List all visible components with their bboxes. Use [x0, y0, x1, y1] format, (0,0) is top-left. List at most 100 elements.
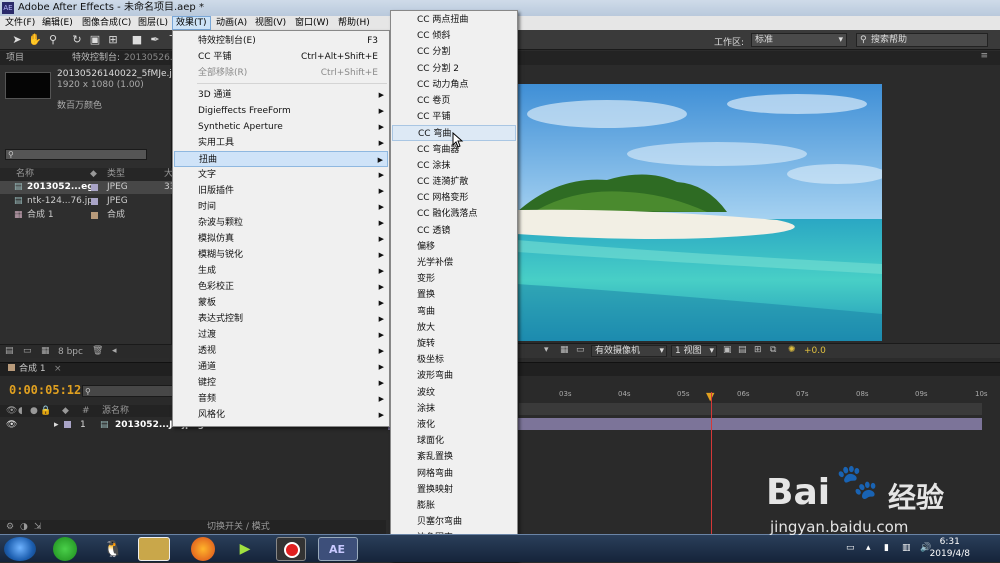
close-icon[interactable]: ×: [54, 363, 62, 376]
effects-menu-item[interactable]: 旧版插件 ▶: [174, 183, 388, 199]
exposure-icon[interactable]: ✺: [788, 345, 796, 355]
distort-submenu-item[interactable]: 波形弯曲: [392, 368, 516, 384]
label-color-swatch[interactable]: [91, 198, 98, 205]
menu-edit[interactable]: 编辑(E): [39, 16, 76, 30]
distort-submenu-item[interactable]: 球面化: [392, 433, 516, 449]
effects-menu-item[interactable]: 杂波与颗粒 ▶: [174, 215, 388, 231]
tray-keyboard-icon[interactable]: ▭: [846, 543, 855, 553]
project-item[interactable]: ▤ ntk-124...76.jpg JPEG: [0, 195, 172, 208]
effects-menu-item[interactable]: 模拟仿真 ▶: [174, 231, 388, 247]
av-features-icon[interactable]: 👁: [6, 405, 17, 417]
timeline-icon[interactable]: ⊞: [754, 345, 762, 355]
project-search-input[interactable]: ⚲: [5, 149, 147, 160]
toggle-pixel-aspect-icon[interactable]: ▣: [723, 345, 732, 355]
rectangle-tool-icon[interactable]: ■: [130, 33, 144, 47]
trash-icon[interactable]: 🗑: [92, 346, 103, 356]
menu-help[interactable]: 帮助(H): [335, 16, 373, 30]
hand-tool-icon[interactable]: ✋: [28, 33, 42, 47]
region-of-interest-icon[interactable]: ▭: [576, 345, 585, 355]
distort-submenu-item[interactable]: 偏移: [392, 239, 516, 255]
firefox-icon[interactable]: [191, 537, 215, 561]
composition-image[interactable]: [517, 84, 882, 341]
distort-submenu-item[interactable]: 涂抹: [392, 401, 516, 417]
panel-menu-icon[interactable]: ≡: [980, 51, 988, 61]
column-type[interactable]: 类型: [107, 168, 125, 181]
project-item[interactable]: ▤ 2013052...eg JPEG 33: [0, 181, 175, 194]
layer-switches-icon[interactable]: ⚙: [6, 520, 14, 534]
distort-submenu-item[interactable]: 光学补偿: [392, 255, 516, 271]
distort-submenu-item[interactable]: CC 分割 2: [392, 61, 516, 77]
tab-effect-controls[interactable]: 特效控制台:: [72, 51, 120, 65]
distort-submenu-item[interactable]: 旋转: [392, 336, 516, 352]
new-folder-icon[interactable]: ▭: [23, 346, 32, 356]
menu-effects[interactable]: 效果(T): [172, 16, 211, 30]
layer-search-input[interactable]: ⚲: [82, 385, 174, 397]
lock-icon[interactable]: 🔒: [40, 405, 51, 417]
effects-menu-item[interactable]: 3D 通道 ▶: [174, 87, 388, 103]
zoom-tool-icon[interactable]: ⚲: [46, 33, 60, 47]
toggle-transparency-grid-icon[interactable]: ▦: [560, 345, 569, 355]
fast-previews-icon[interactable]: ▤: [738, 345, 747, 355]
distort-submenu-item[interactable]: 膨胀: [392, 498, 516, 514]
label-color-swatch[interactable]: [91, 184, 98, 191]
distort-submenu-item[interactable]: 变形: [392, 271, 516, 287]
new-composition-icon[interactable]: ▦: [41, 346, 50, 356]
effects-menu-item[interactable]: 模糊与锐化 ▶: [174, 247, 388, 263]
dropdown-arrow-icon[interactable]: ▾: [544, 345, 549, 355]
camera-select[interactable]: 有效摄像机 ▾: [591, 345, 667, 357]
column-name[interactable]: 名称: [16, 168, 34, 181]
effects-menu-item[interactable]: Digieffects FreeForm ▶: [174, 103, 388, 119]
label-color-swatch[interactable]: [64, 421, 71, 428]
effects-menu-item[interactable]: Synthetic Aperture ▶: [174, 119, 388, 135]
label-column-icon[interactable]: ◆: [90, 168, 97, 181]
rotate-tool-icon[interactable]: ↻: [70, 33, 84, 47]
effects-menu-item[interactable]: 通道 ▶: [174, 359, 388, 375]
distort-submenu-item[interactable]: CC 涂抹: [392, 158, 516, 174]
current-time[interactable]: 0:00:05:12: [9, 383, 81, 397]
menu-view[interactable]: 视图(V): [252, 16, 289, 30]
menu-animation[interactable]: 动画(A): [213, 16, 250, 30]
distort-submenu-item[interactable]: CC 两点扭曲: [392, 12, 516, 28]
distort-submenu-item[interactable]: CC 透镜: [392, 223, 516, 239]
camera-tool-icon[interactable]: ▣: [88, 33, 102, 47]
flowchart-icon[interactable]: ⧉: [770, 345, 776, 355]
distort-submenu-item[interactable]: 贝塞尔弯曲: [392, 514, 516, 530]
distort-submenu-item[interactable]: CC 平铺: [392, 109, 516, 125]
file-explorer-icon[interactable]: [138, 537, 170, 561]
distort-submenu-item[interactable]: 紊乱置换: [392, 449, 516, 465]
in-out-icon[interactable]: ⇲: [34, 520, 42, 534]
interpret-footage-icon[interactable]: ▤: [5, 346, 14, 356]
effects-menu-item[interactable]: 音频 ▶: [174, 391, 388, 407]
expand-arrow-icon[interactable]: ▸: [54, 419, 59, 431]
effects-menu-item[interactable]: 扭曲 ▶: [174, 151, 388, 167]
distort-submenu-item[interactable]: CC 动力角点: [392, 77, 516, 93]
distort-submenu-item[interactable]: CC 网格变形: [392, 190, 516, 206]
views-select[interactable]: 1 视图 ▾: [671, 345, 717, 357]
battery-icon[interactable]: ▮: [884, 543, 889, 553]
after-effects-taskbar-button[interactable]: AE: [318, 537, 358, 561]
work-area-bar[interactable]: [519, 403, 982, 415]
effects-menu-item[interactable]: 表达式控制 ▶: [174, 311, 388, 327]
effects-menu-item[interactable]: 时间 ▶: [174, 199, 388, 215]
effects-menu-item[interactable]: 蒙板 ▶: [174, 295, 388, 311]
distort-submenu-item[interactable]: 极坐标: [392, 352, 516, 368]
distort-submenu-item[interactable]: 网格弯曲: [392, 466, 516, 482]
pan-behind-tool-icon[interactable]: ⊞: [106, 33, 120, 47]
distort-submenu-item[interactable]: 置换: [392, 287, 516, 303]
exposure-value[interactable]: +0.0: [804, 346, 826, 356]
distort-submenu-item[interactable]: 弯曲: [392, 304, 516, 320]
effects-menu-item[interactable]: 风格化 ▶: [174, 407, 388, 423]
tray-expand-icon[interactable]: ▴: [866, 543, 871, 553]
effects-menu-item[interactable]: 色彩校正 ▶: [174, 279, 388, 295]
effects-menu-item[interactable]: 特效控制台(E) F3: [174, 33, 388, 49]
qq-icon[interactable]: 🐧: [98, 537, 128, 561]
visibility-icon[interactable]: 👁: [6, 419, 17, 431]
toggle-switches-modes[interactable]: 切换开关 / 模式: [207, 520, 270, 534]
distort-submenu-item[interactable]: CC 涟漪扩散: [392, 174, 516, 190]
menu-file[interactable]: 文件(F): [2, 16, 38, 30]
browser-360-icon[interactable]: [53, 537, 77, 561]
effects-menu-item[interactable]: 实用工具 ▶: [174, 135, 388, 151]
distort-submenu-item[interactable]: 置换映射: [392, 482, 516, 498]
selection-tool-icon[interactable]: ➤: [10, 33, 24, 47]
effects-menu-item[interactable]: 生成 ▶: [174, 263, 388, 279]
